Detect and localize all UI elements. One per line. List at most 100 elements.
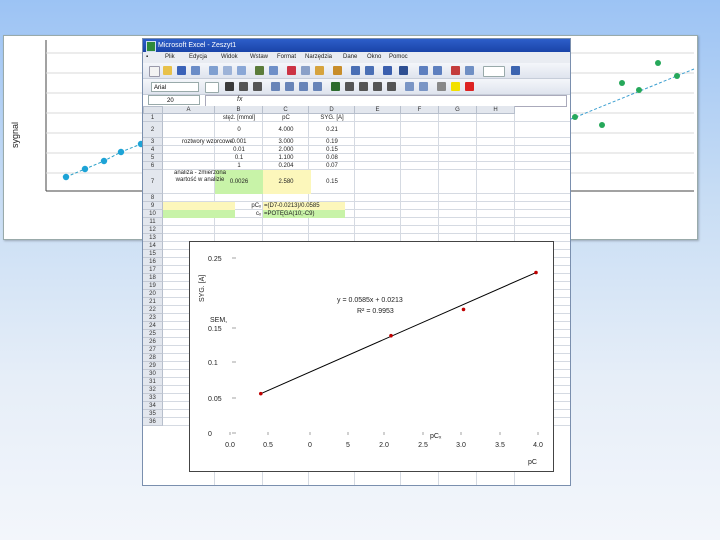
select-all-corner[interactable] [143,106,163,114]
column-header-h[interactable]: H [477,106,515,114]
embedded-chart[interactable]: SYG. [A] SEM, y = 0.0585x + 0.0213 R² = … [189,241,554,472]
sort-descending-icon[interactable] [433,66,442,75]
row-header-1[interactable]: 1 [143,114,163,122]
row-header-11[interactable]: 11 [143,218,163,226]
cell-d5[interactable]: 0.08 [309,154,355,162]
column-header-f[interactable]: F [401,106,439,114]
undo-icon[interactable] [351,66,360,75]
row-header-3[interactable]: 3 [143,138,163,146]
row-header-30[interactable]: 30 [143,370,163,378]
row-header-5[interactable]: 5 [143,154,163,162]
hyperlink-icon[interactable] [383,66,392,75]
column-header-e[interactable]: E [355,106,401,114]
print-icon[interactable] [223,66,232,75]
cell-c10[interactable]: =POTĘGA(10;-C9) [263,210,363,218]
merge-center-icon[interactable] [313,82,322,91]
column-header-g[interactable]: G [439,106,477,114]
row-header-17[interactable]: 17 [143,266,163,274]
cell-b10[interactable]: cₓ [215,210,263,218]
cell-c7[interactable]: 2.580 [263,170,309,194]
cell-d1[interactable]: SYG. [A] [309,114,355,122]
function-icon[interactable]: fx [237,96,242,103]
row-header-25[interactable]: 25 [143,330,163,338]
row-header-34[interactable]: 34 [143,402,163,410]
column-header-d[interactable]: D [309,106,355,114]
cell-b6[interactable]: 1 [215,162,263,170]
decrease-decimal-icon[interactable] [387,82,396,91]
increase-indent-icon[interactable] [419,82,428,91]
align-center-icon[interactable] [285,82,294,91]
row-header-6[interactable]: 6 [143,162,163,170]
row-header-21[interactable]: 21 [143,298,163,306]
currency-icon[interactable] [331,82,340,91]
row-header-35[interactable]: 35 [143,410,163,418]
new-icon[interactable] [149,66,160,77]
menu-edycja[interactable]: Edycja [189,52,207,63]
row-header-27[interactable]: 27 [143,346,163,354]
borders-icon[interactable] [437,82,446,91]
redo-icon[interactable] [365,66,374,75]
menu-format[interactable]: Format [277,52,296,63]
row-header-20[interactable]: 20 [143,290,163,298]
row-header-28[interactable]: 28 [143,354,163,362]
row-header-29[interactable]: 29 [143,362,163,370]
row-header-13[interactable]: 13 [143,234,163,242]
title-bar[interactable]: Microsoft Excel - Zeszyt1 [143,39,570,52]
font-size-box[interactable] [205,82,219,93]
comma-style-icon[interactable] [359,82,368,91]
row-header-9[interactable]: 9 [143,202,163,210]
row-header-7[interactable]: 7 [143,170,163,194]
cell-b9[interactable]: pCₓ [215,202,263,210]
cell-d6[interactable]: 0.07 [309,162,355,170]
print-preview-icon[interactable] [237,66,246,75]
cell-b2[interactable]: 0 [215,122,263,138]
align-right-icon[interactable] [299,82,308,91]
drawing-icon[interactable] [465,66,474,75]
align-left-icon[interactable] [271,82,280,91]
format-painter-icon[interactable] [333,66,342,75]
percent-icon[interactable] [345,82,354,91]
column-header-b[interactable]: B [215,106,263,114]
row-header-32[interactable]: 32 [143,386,163,394]
permission-icon[interactable] [191,66,200,75]
cell-c5[interactable]: 1.100 [263,154,309,162]
row-header-24[interactable]: 24 [143,322,163,330]
row-header-12[interactable]: 12 [143,226,163,234]
help-icon[interactable] [511,66,520,75]
cell-d2[interactable]: 0.21 [309,122,355,138]
font-color-icon[interactable] [465,82,474,91]
menu-pomoc[interactable]: Pomoc [389,52,408,63]
decrease-indent-icon[interactable] [405,82,414,91]
cell-b5[interactable]: 0.1 [215,154,263,162]
row-header-19[interactable]: 19 [143,282,163,290]
cut-icon[interactable] [287,66,296,75]
cell-d7[interactable]: 0.15 [309,170,355,194]
row-header-26[interactable]: 26 [143,338,163,346]
row-header-2[interactable]: 2 [143,122,163,138]
fill-color-icon[interactable] [451,82,460,91]
open-icon[interactable] [163,66,172,75]
spelling-icon[interactable] [255,66,264,75]
cell-d3[interactable]: 0.19 [309,138,355,146]
cell-c2[interactable]: 4.000 [263,122,309,138]
menu-okno[interactable]: Okno [367,52,381,63]
row-header-16[interactable]: 16 [143,258,163,266]
cell-d4[interactable]: 0.15 [309,146,355,154]
sort-ascending-icon[interactable] [419,66,428,75]
menu-narzedzia[interactable]: Narzędzia [305,52,332,63]
cell-b1[interactable]: stęż. [mmol] [215,114,263,122]
row-header-4[interactable]: 4 [143,146,163,154]
row-header-8[interactable]: 8 [143,194,163,202]
increase-decimal-icon[interactable] [373,82,382,91]
row-header-15[interactable]: 15 [143,250,163,258]
copy-icon[interactable] [301,66,310,75]
row-header-33[interactable]: 33 [143,394,163,402]
column-header-c[interactable]: C [263,106,309,114]
menu-icon[interactable]: ▪ [146,52,148,63]
menu-dane[interactable]: Dane [343,52,357,63]
research-icon[interactable] [269,66,278,75]
row-header-10[interactable]: 10 [143,210,163,218]
row-header-31[interactable]: 31 [143,378,163,386]
column-header-a[interactable]: A [163,106,215,114]
row-header-18[interactable]: 18 [143,274,163,282]
